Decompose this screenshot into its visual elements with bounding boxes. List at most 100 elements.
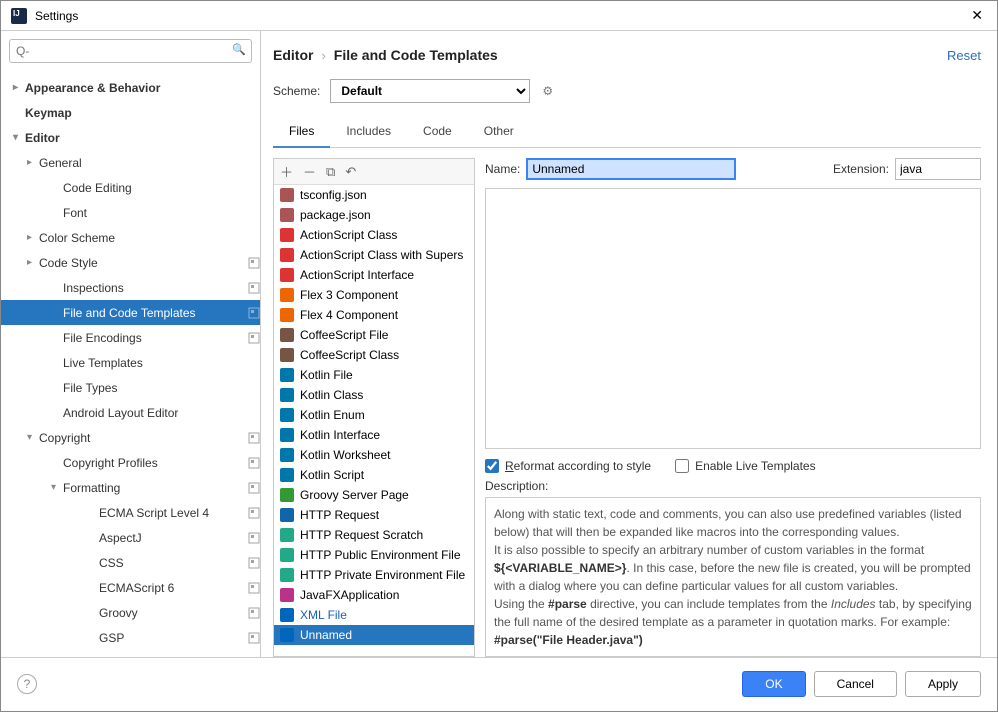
dialog-buttons: ? OK Cancel Apply (1, 657, 997, 709)
tree-item-css[interactable]: CSS (1, 550, 260, 575)
remove-icon[interactable]: － (303, 162, 316, 181)
tab-files[interactable]: Files (273, 118, 330, 148)
tree-item-gsp[interactable]: GSP (1, 625, 260, 650)
arrow-icon: ▸ (27, 232, 39, 243)
template-item-label: Kotlin Enum (300, 408, 365, 422)
project-icon (248, 307, 260, 319)
template-item[interactable]: ActionScript Class with Supers (274, 245, 474, 265)
settings-tree[interactable]: ▸Appearance & BehaviorKeymap▾Editor▸Gene… (1, 71, 260, 657)
ok-button[interactable]: OK (742, 671, 805, 697)
tree-item-formatting[interactable]: ▾Formatting (1, 475, 260, 500)
tree-item-code-style[interactable]: ▸Code Style (1, 250, 260, 275)
tab-other[interactable]: Other (468, 118, 530, 148)
template-item[interactable]: HTTP Private Environment File (274, 565, 474, 585)
tree-item-file-encodings[interactable]: File Encodings (1, 325, 260, 350)
template-list-panel: ＋ － ⧉ ↶ tsconfig.json package.json ActionS… (273, 158, 475, 657)
template-item[interactable]: ActionScript Interface (274, 265, 474, 285)
template-item[interactable]: tsconfig.json (274, 185, 474, 205)
template-item[interactable]: CoffeeScript Class (274, 345, 474, 365)
template-item-label: HTTP Request Scratch (300, 528, 423, 542)
template-item-label: Kotlin File (300, 368, 353, 382)
tree-item-label: Copyright Profiles (63, 456, 248, 470)
reformat-checkbox-input[interactable] (485, 459, 499, 473)
reset-link[interactable]: Reset (947, 48, 981, 63)
template-item[interactable]: JavaFXApplication (274, 585, 474, 605)
scheme-select[interactable]: Default (330, 79, 530, 103)
template-item[interactable]: Flex 3 Component (274, 285, 474, 305)
extension-label: Extension: (833, 162, 889, 176)
template-item[interactable]: HTTP Request (274, 505, 474, 525)
enable-live-checkbox-input[interactable] (675, 459, 689, 473)
tree-item-keymap[interactable]: Keymap (1, 100, 260, 125)
close-icon[interactable]: ✕ (967, 7, 987, 24)
template-item[interactable]: Unnamed (274, 625, 474, 645)
tab-code[interactable]: Code (407, 118, 468, 148)
template-editor[interactable] (485, 188, 981, 449)
tree-item-font[interactable]: Font (1, 200, 260, 225)
template-item[interactable]: Kotlin Class (274, 385, 474, 405)
project-icon (248, 557, 260, 569)
file-icon (280, 448, 294, 462)
tree-item-copyright-profiles[interactable]: Copyright Profiles (1, 450, 260, 475)
template-item-label: package.json (300, 208, 371, 222)
template-item[interactable]: package.json (274, 205, 474, 225)
template-item[interactable]: Kotlin Interface (274, 425, 474, 445)
file-icon (280, 188, 294, 202)
tree-item-android-layout-editor[interactable]: Android Layout Editor (1, 400, 260, 425)
undo-icon[interactable]: ↶ (345, 164, 356, 180)
template-item[interactable]: HTTP Public Environment File (274, 545, 474, 565)
template-item[interactable]: Kotlin Enum (274, 405, 474, 425)
tree-item-file-and-code-templates[interactable]: File and Code Templates (1, 300, 260, 325)
tree-item-editor[interactable]: ▾Editor (1, 125, 260, 150)
tree-item-ecmascript-6[interactable]: ECMAScript 6 (1, 575, 260, 600)
reformat-checkbox[interactable]: Reformat according to style (485, 459, 651, 473)
template-item[interactable]: XML File (274, 605, 474, 625)
template-list[interactable]: tsconfig.json package.json ActionScript Cl… (274, 185, 474, 656)
cancel-button[interactable]: Cancel (814, 671, 897, 697)
template-item-label: HTTP Public Environment File (300, 548, 461, 562)
name-label: Name: (485, 162, 520, 176)
tree-item-aspectj[interactable]: AspectJ (1, 525, 260, 550)
search-input[interactable] (9, 39, 252, 63)
tree-item-groovy[interactable]: Groovy (1, 600, 260, 625)
template-item-label: Unnamed (300, 628, 352, 642)
template-toolbar: ＋ － ⧉ ↶ (274, 159, 474, 185)
tree-item-live-templates[interactable]: Live Templates (1, 350, 260, 375)
template-name-input[interactable] (526, 158, 736, 180)
tree-item-label: Groovy (99, 606, 248, 620)
add-icon[interactable]: ＋ (280, 162, 293, 181)
template-item[interactable]: Groovy Server Page (274, 485, 474, 505)
tree-item-appearance-behavior[interactable]: ▸Appearance & Behavior (1, 75, 260, 100)
tree-item-file-types[interactable]: File Types (1, 375, 260, 400)
tree-item-html[interactable]: HTML (1, 650, 260, 657)
chevron-right-icon: › (313, 48, 333, 63)
tree-item-color-scheme[interactable]: ▸Color Scheme (1, 225, 260, 250)
enable-live-checkbox[interactable]: Enable Live Templates (675, 459, 816, 473)
template-item[interactable]: CoffeeScript File (274, 325, 474, 345)
project-icon (248, 582, 260, 594)
tree-item-code-editing[interactable]: Code Editing (1, 175, 260, 200)
tree-item-inspections[interactable]: Inspections (1, 275, 260, 300)
template-item-label: ActionScript Class with Supers (300, 248, 463, 262)
template-item[interactable]: Kotlin Script (274, 465, 474, 485)
template-item[interactable]: Kotlin Worksheet (274, 445, 474, 465)
tree-item-general[interactable]: ▸General (1, 150, 260, 175)
template-item[interactable]: Flex 4 Component (274, 305, 474, 325)
breadcrumb: Editor › File and Code Templates Reset (273, 41, 981, 69)
tree-item-label: Editor (25, 131, 260, 145)
copy-icon[interactable]: ⧉ (326, 164, 335, 180)
tree-item-ecma-script-level-4[interactable]: ECMA Script Level 4 (1, 500, 260, 525)
apply-button[interactable]: Apply (905, 671, 981, 697)
template-extension-input[interactable] (895, 158, 981, 180)
project-icon (248, 607, 260, 619)
file-icon (280, 368, 294, 382)
crumb-editor[interactable]: Editor (273, 47, 313, 63)
project-icon (248, 657, 260, 658)
tab-includes[interactable]: Includes (330, 118, 407, 148)
tree-item-copyright[interactable]: ▾Copyright (1, 425, 260, 450)
template-item[interactable]: ActionScript Class (274, 225, 474, 245)
template-item[interactable]: Kotlin File (274, 365, 474, 385)
help-icon[interactable]: ? (17, 674, 37, 694)
template-item[interactable]: HTTP Request Scratch (274, 525, 474, 545)
gear-icon[interactable]: ⚙ (542, 84, 553, 98)
